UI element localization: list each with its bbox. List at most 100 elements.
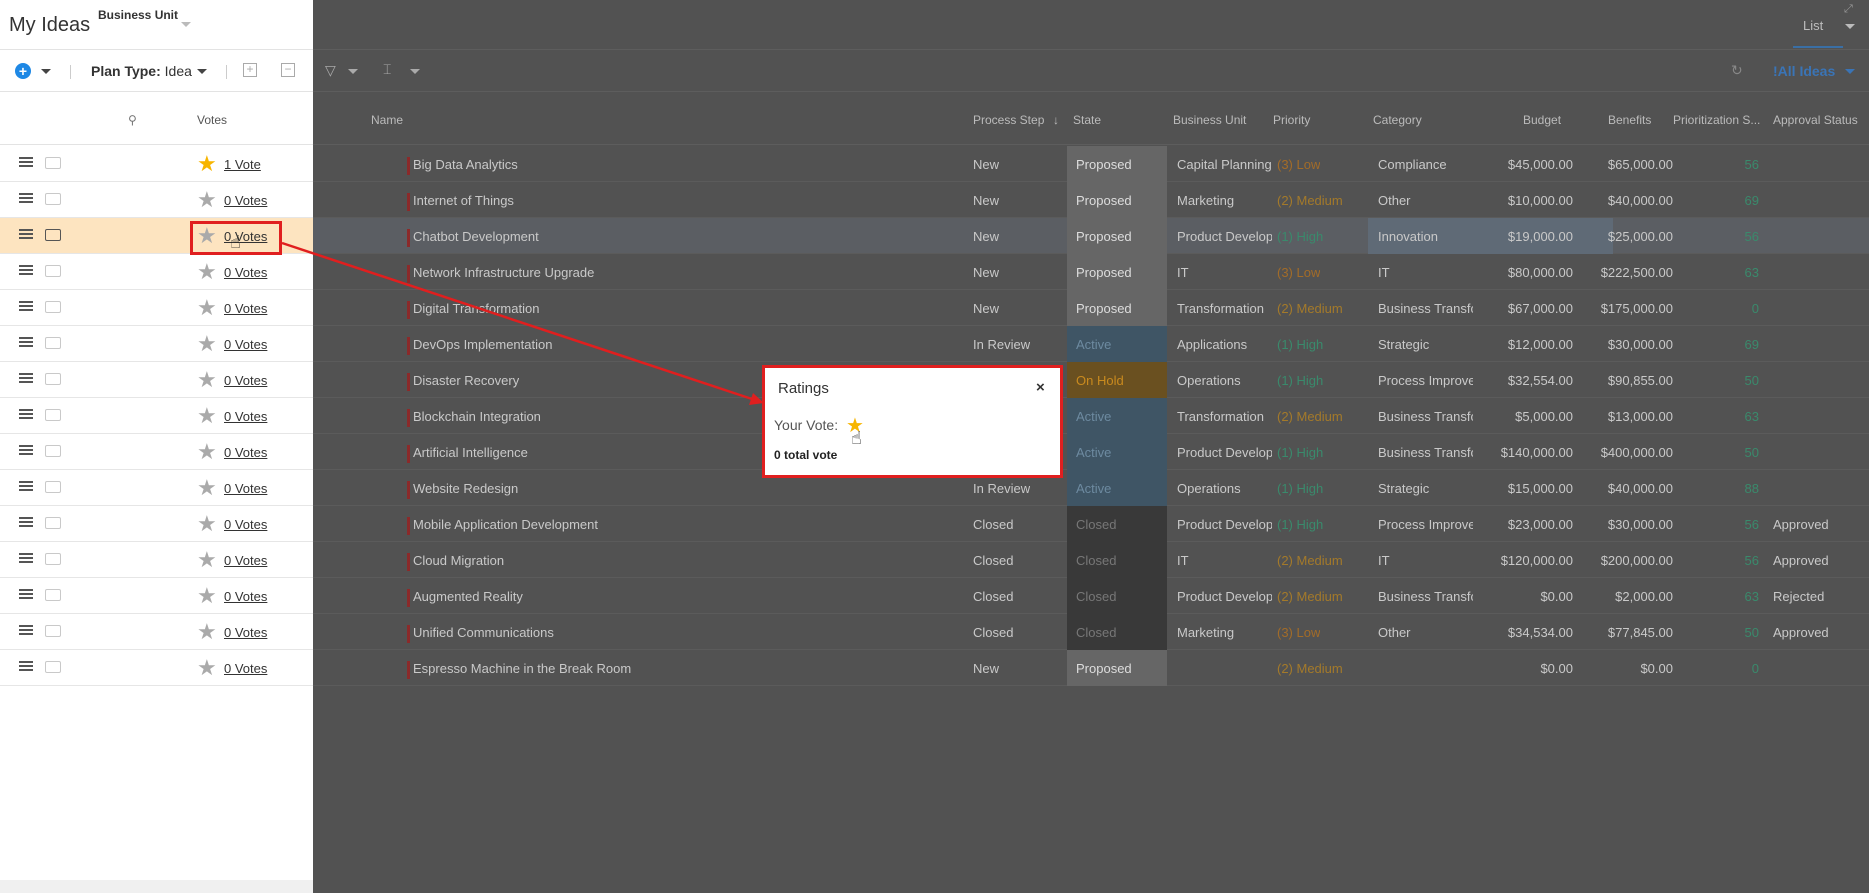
idea-name[interactable]: Big Data Analytics: [413, 157, 518, 172]
expand-all-icon[interactable]: +: [243, 63, 257, 77]
comment-icon[interactable]: [45, 337, 61, 349]
comment-icon[interactable]: [45, 481, 61, 493]
star-icon[interactable]: ★: [197, 585, 217, 607]
idea-name[interactable]: Chatbot Development: [413, 229, 539, 244]
comment-icon[interactable]: [45, 373, 61, 385]
column-header-category[interactable]: Category: [1373, 113, 1422, 127]
idea-name[interactable]: Mobile Application Development: [413, 517, 598, 532]
votes-link[interactable]: 0 Votes: [224, 625, 267, 640]
comment-icon[interactable]: [45, 409, 61, 421]
left-row[interactable]: ★ 1 Vote: [0, 146, 313, 182]
star-icon[interactable]: ★: [197, 513, 217, 535]
votes-column-header[interactable]: Votes: [197, 113, 227, 127]
row-menu-icon[interactable]: [19, 661, 33, 673]
star-icon[interactable]: ★: [197, 333, 217, 355]
comment-icon[interactable]: [45, 661, 61, 673]
left-row[interactable]: ★ 0 Votes: [0, 434, 313, 470]
idea-name[interactable]: Digital Transformation: [413, 301, 539, 316]
close-icon[interactable]: ×: [1036, 379, 1045, 396]
left-row[interactable]: ★ 0 Votes: [0, 254, 313, 290]
row-menu-icon[interactable]: [19, 589, 33, 601]
table-row[interactable]: Website Redesign In Review Active Operation…: [313, 470, 1869, 506]
column-header-priority[interactable]: Priority: [1273, 113, 1310, 127]
idea-name[interactable]: Espresso Machine in the Break Room: [413, 661, 631, 676]
star-icon[interactable]: ★: [197, 549, 217, 571]
view-selector[interactable]: !All Ideas: [1773, 63, 1835, 79]
star-icon[interactable]: ★: [197, 657, 217, 679]
votes-link[interactable]: 0 Votes: [224, 589, 267, 604]
idea-name[interactable]: Artificial Intelligence: [413, 445, 528, 460]
star-icon[interactable]: ★: [197, 189, 217, 211]
votes-link[interactable]: 0 Votes: [224, 445, 267, 460]
comment-icon[interactable]: [45, 625, 61, 637]
row-menu-icon[interactable]: [19, 481, 33, 493]
idea-name[interactable]: Website Redesign: [413, 481, 518, 496]
left-row[interactable]: ★ 0 Votes: [0, 182, 313, 218]
votes-link[interactable]: 0 Votes: [224, 337, 267, 352]
star-icon[interactable]: ★: [197, 261, 217, 283]
star-icon[interactable]: ★: [197, 369, 217, 391]
column-header-process-step[interactable]: Process Step: [973, 113, 1044, 127]
table-row[interactable]: Internet of Things New Proposed Marketing (2…: [313, 182, 1869, 218]
horizontal-scrollbar[interactable]: [0, 880, 313, 893]
votes-link[interactable]: 0 Votes: [224, 409, 267, 424]
comment-icon[interactable]: [45, 589, 61, 601]
row-menu-icon[interactable]: [19, 625, 33, 637]
row-menu-icon[interactable]: [19, 337, 33, 349]
group-by-icon[interactable]: ⌶: [383, 61, 391, 78]
votes-link[interactable]: 0 Votes: [224, 553, 267, 568]
left-row[interactable]: ★ 0 Votes: [0, 542, 313, 578]
column-header-budget[interactable]: Budget: [1523, 113, 1561, 127]
chevron-down-icon[interactable]: [181, 22, 191, 27]
table-row[interactable]: Espresso Machine in the Break Room New Pro…: [313, 650, 1869, 686]
sort-arrow-icon[interactable]: ↓: [1053, 113, 1059, 127]
table-row[interactable]: Artificial Intelligence Active Product Dev…: [313, 434, 1869, 470]
table-row[interactable]: Mobile Application Development Closed Clos…: [313, 506, 1869, 542]
column-header-state[interactable]: State: [1073, 113, 1101, 127]
left-row[interactable]: ★ 0 Votes: [0, 398, 313, 434]
expand-window-icon[interactable]: ⤢: [1844, 3, 1853, 16]
votes-link[interactable]: 0 Votes: [224, 373, 267, 388]
row-menu-icon[interactable]: [19, 373, 33, 385]
idea-name[interactable]: Disaster Recovery: [413, 373, 519, 388]
column-header-approval-status[interactable]: Approval Status: [1773, 113, 1858, 127]
view-chevron-icon[interactable]: [1845, 24, 1855, 29]
idea-name[interactable]: Unified Communications: [413, 625, 554, 640]
comment-icon[interactable]: [45, 517, 61, 529]
left-row[interactable]: ★ 0 Votes: [0, 614, 313, 650]
votes-link[interactable]: 0 Votes: [224, 193, 267, 208]
table-row[interactable]: Chatbot Development New Proposed Product De…: [313, 218, 1869, 254]
votes-link[interactable]: 0 Votes: [224, 661, 267, 676]
left-row[interactable]: ★ 0 Votes: [0, 290, 313, 326]
votes-link[interactable]: 0 Votes: [224, 481, 267, 496]
table-row[interactable]: Blockchain Integration Active Transformati…: [313, 398, 1869, 434]
idea-name[interactable]: Network Infrastructure Upgrade: [413, 265, 594, 280]
add-menu-chevron-icon[interactable]: [41, 69, 51, 74]
star-icon[interactable]: ★: [197, 441, 217, 463]
table-row[interactable]: Big Data Analytics New Proposed Capital Pla…: [313, 146, 1869, 182]
left-row[interactable]: ★ 0 Votes: [0, 326, 313, 362]
business-unit-selector[interactable]: Business Unit: [98, 8, 178, 22]
star-icon[interactable]: ★: [197, 297, 217, 319]
table-row[interactable]: Digital Transformation New Proposed Transfo…: [313, 290, 1869, 326]
idea-name[interactable]: Cloud Migration: [413, 553, 504, 568]
idea-name[interactable]: DevOps Implementation: [413, 337, 552, 352]
collapse-all-icon[interactable]: −: [281, 63, 295, 77]
left-row[interactable]: ★ 0 Votes: [0, 650, 313, 686]
left-row[interactable]: ★ 0 Votes: [0, 506, 313, 542]
left-row[interactable]: ★ 0 Votes: [0, 578, 313, 614]
votes-link[interactable]: 0 Votes: [224, 517, 267, 532]
row-menu-icon[interactable]: [19, 409, 33, 421]
refresh-icon[interactable]: ↻: [1731, 62, 1743, 79]
table-row[interactable]: Unified Communications Closed Closed Market…: [313, 614, 1869, 650]
star-icon[interactable]: ★: [197, 405, 217, 427]
plan-type-chevron-icon[interactable]: [197, 69, 207, 74]
add-icon[interactable]: +: [15, 63, 31, 79]
row-menu-icon[interactable]: [19, 301, 33, 313]
filter-icon[interactable]: ▽: [325, 62, 336, 79]
row-menu-icon[interactable]: [19, 229, 33, 241]
plan-type-selector[interactable]: Plan Type: Idea: [91, 63, 192, 79]
votes-link[interactable]: 0 Votes: [224, 265, 267, 280]
table-row[interactable]: Cloud Migration Closed Closed IT (2) Medium I…: [313, 542, 1869, 578]
row-menu-icon[interactable]: [19, 553, 33, 565]
